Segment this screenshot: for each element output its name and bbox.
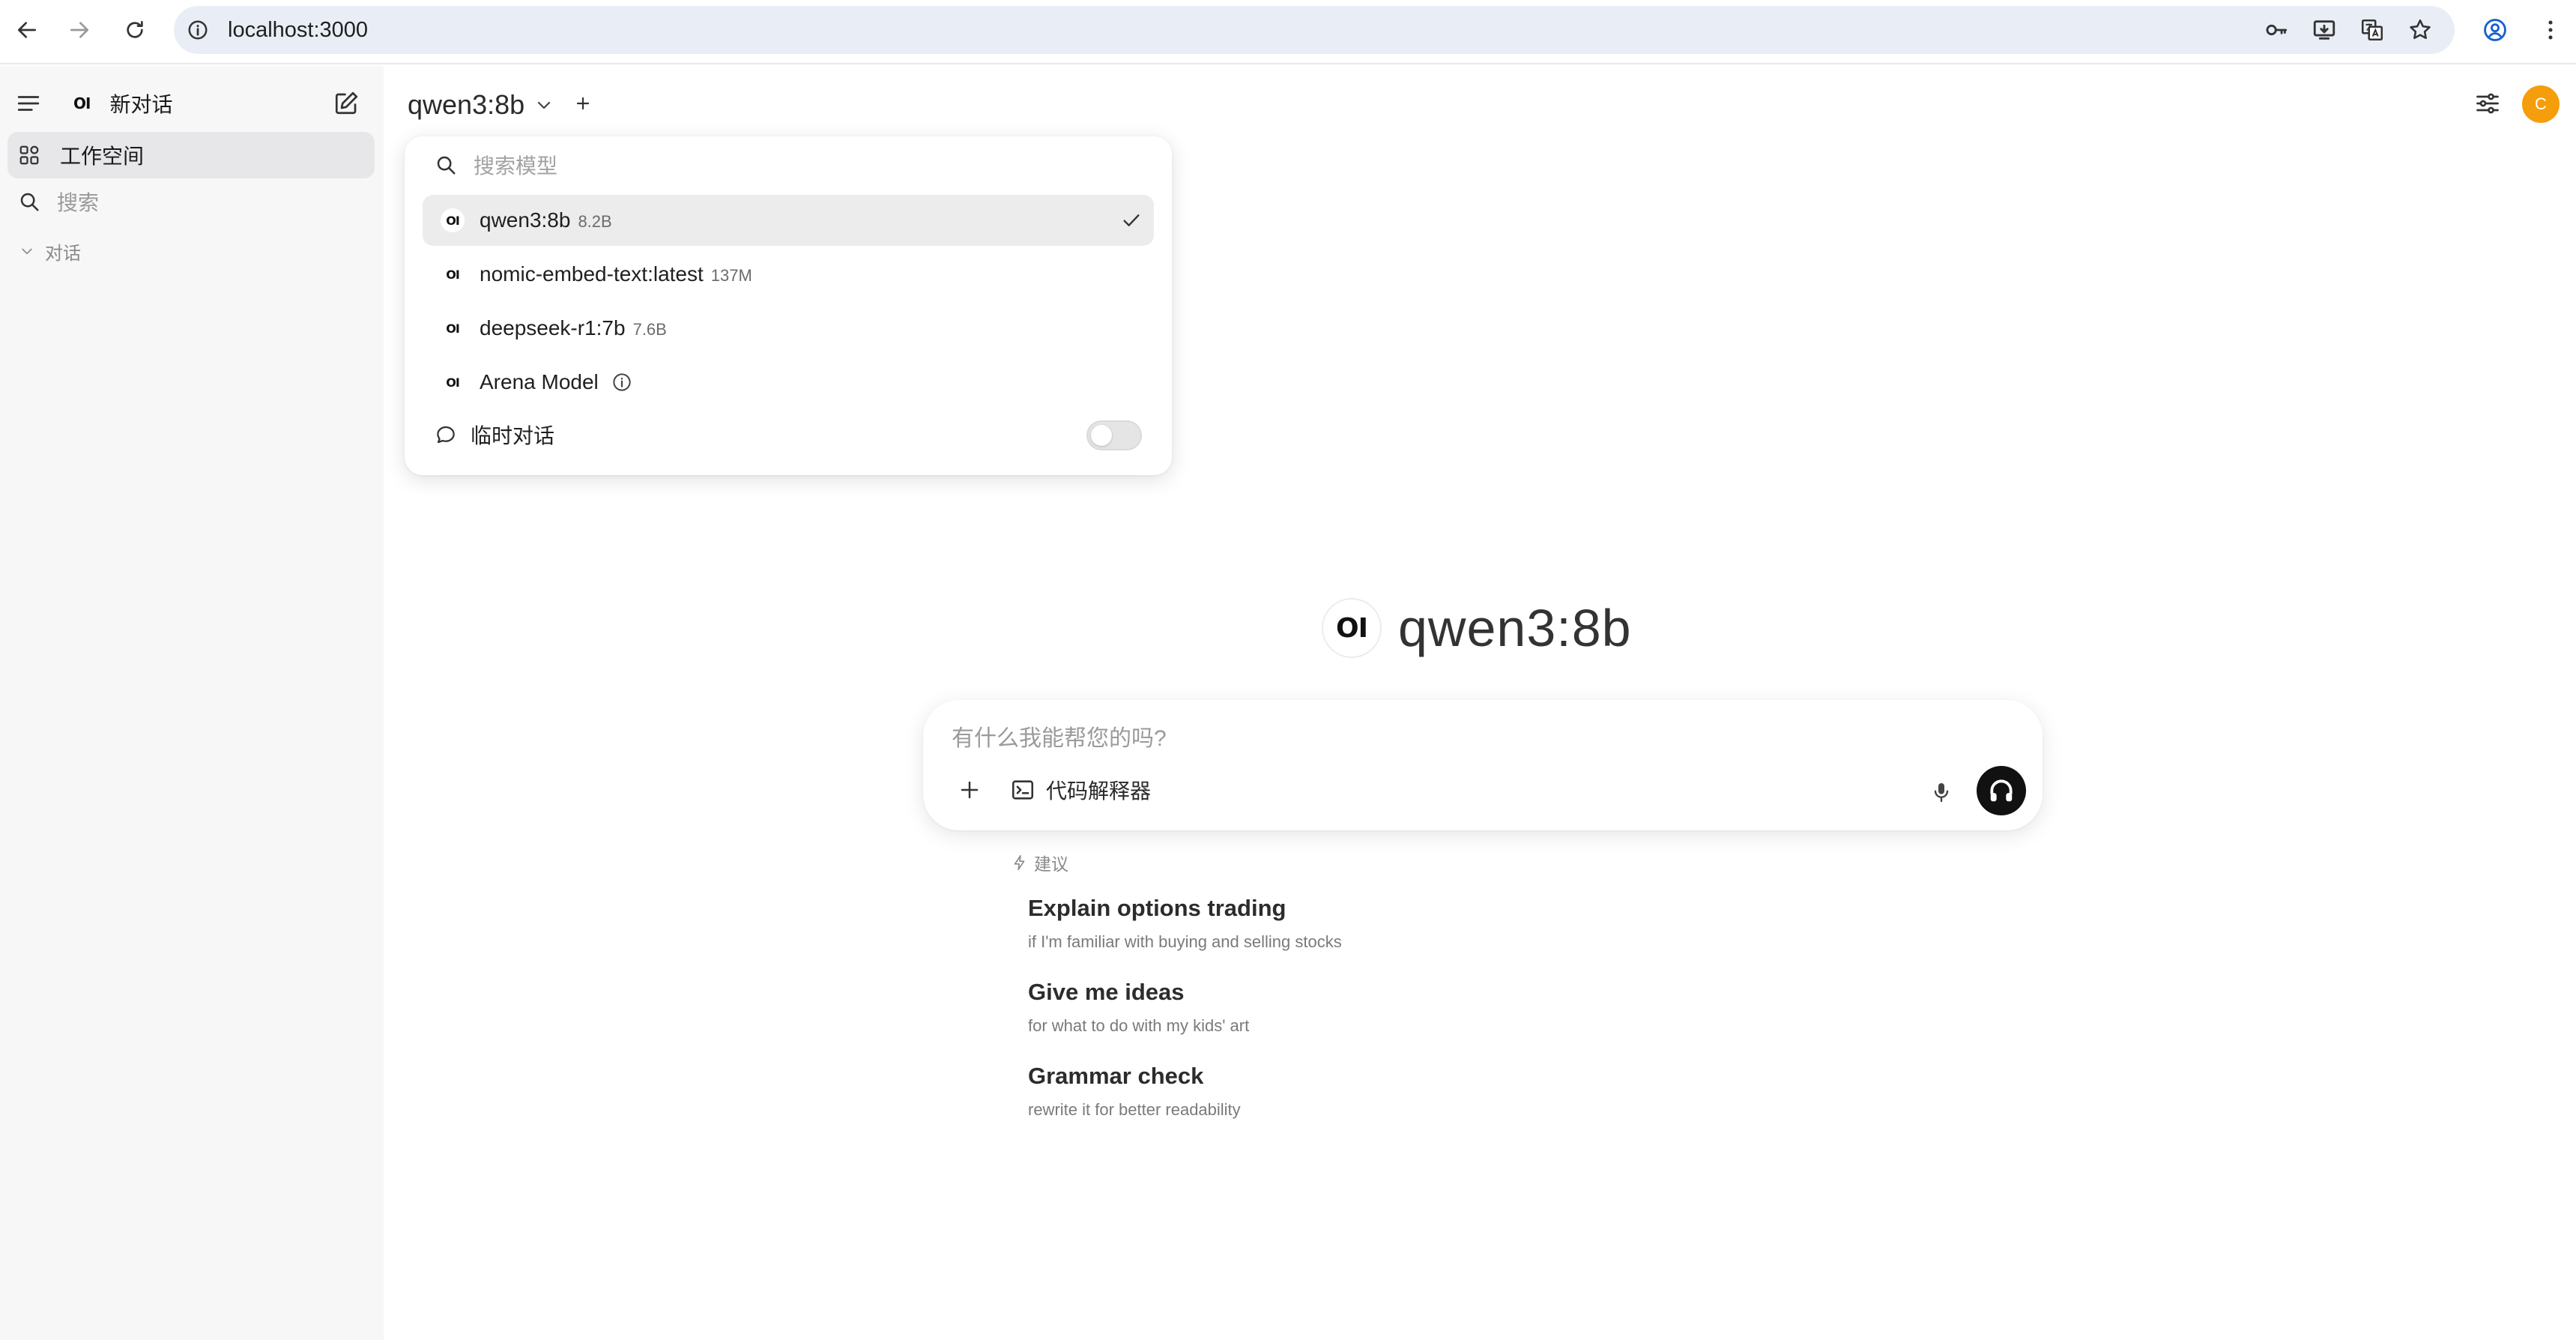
temporary-chat-label: 临时对话 xyxy=(471,424,555,447)
model-logo-icon: OI xyxy=(441,316,465,340)
profile-icon[interactable] xyxy=(2479,13,2512,46)
url-text[interactable]: localhost:3000 xyxy=(228,6,368,54)
site-info-icon[interactable] xyxy=(183,15,213,45)
model-name: nomic-embed-text:latest xyxy=(480,262,704,286)
code-interpreter-label: 代码解释器 xyxy=(1046,779,1152,803)
arrow-right-icon xyxy=(70,22,88,38)
forward-button[interactable] xyxy=(63,13,96,46)
install-app-icon[interactable] xyxy=(2308,13,2341,46)
edit-icon xyxy=(335,91,358,115)
grid-icon xyxy=(19,145,39,165)
sidebar-search-placeholder: 搜索 xyxy=(57,191,100,214)
model-logo-text: OI xyxy=(446,375,460,390)
terminal-icon xyxy=(1012,780,1034,800)
model-dropdown: 搜索模型 OI qwen3:8b 8.2B OI nomic-embed-tex… xyxy=(405,136,1172,475)
suggestion-item[interactable]: Grammar check rewrite it for better read… xyxy=(1028,1063,1241,1120)
sidebar-item-label: 工作空间 xyxy=(60,145,145,168)
sidebar-search[interactable]: 搜索 xyxy=(18,184,99,219)
sidebar: OI 新对话 工作空间 搜索 对话 xyxy=(0,66,384,1340)
password-key-icon[interactable] xyxy=(2260,13,2293,46)
suggestion-item[interactable]: Explain options trading if I'm familiar … xyxy=(1028,895,1342,952)
translate-icon[interactable] xyxy=(2356,13,2389,46)
model-size: 137M xyxy=(710,266,752,285)
user-avatar[interactable]: C xyxy=(2522,85,2560,123)
new-chat-label: 新对话 xyxy=(109,93,173,116)
selected-model-name: qwen3:8b xyxy=(408,89,525,120)
arrow-left-icon xyxy=(18,22,36,38)
suggestion-item[interactable]: Give me ideas for what to do with my kid… xyxy=(1028,979,1249,1036)
sliders-icon xyxy=(2476,93,2499,114)
model-logo-text: OI xyxy=(446,267,460,282)
model-option-qwen3[interactable]: OI qwen3:8b 8.2B xyxy=(423,195,1154,246)
model-name: deepseek-r1:7b xyxy=(480,316,626,339)
sidebar-item-workspace[interactable]: 工作空间 xyxy=(7,132,375,178)
new-chat-button[interactable]: OI 新对话 xyxy=(73,88,172,118)
chat-bubble-icon xyxy=(437,426,455,444)
model-logo-icon: OI xyxy=(1322,598,1382,658)
back-button[interactable] xyxy=(10,13,43,46)
microphone-icon xyxy=(1934,783,1949,803)
address-bar[interactable]: localhost:3000 xyxy=(174,6,2455,54)
model-size: 8.2B xyxy=(578,212,612,231)
sidebar-toggle-button[interactable] xyxy=(13,88,43,118)
chat-controls-button[interactable] xyxy=(2471,87,2504,120)
model-logo-icon: OI xyxy=(441,262,465,286)
model-logo-text: OI xyxy=(446,213,460,228)
openwebui-logo-icon: OI xyxy=(73,94,91,112)
search-icon xyxy=(437,156,456,175)
plus-icon xyxy=(961,781,979,799)
model-logo-icon: OI xyxy=(441,208,465,232)
attach-button[interactable] xyxy=(952,772,988,808)
model-hero: OI qwen3:8b xyxy=(1322,598,1632,658)
model-logo-icon: OI xyxy=(441,370,465,394)
headphones-icon xyxy=(1990,779,2013,802)
message-composer: 有什么我能帮您的吗? 代码解释器 xyxy=(923,700,2043,830)
model-search-placeholder: 搜索模型 xyxy=(474,154,558,178)
reload-icon xyxy=(127,21,143,38)
menu-icon xyxy=(17,96,40,111)
check-icon xyxy=(1123,214,1140,226)
suggestions-header: 建议 xyxy=(1012,850,1068,875)
bolt-icon xyxy=(1014,855,1025,870)
section-label: 对话 xyxy=(45,243,81,264)
hero-model-name: qwen3:8b xyxy=(1398,599,1632,657)
chevron-down-icon xyxy=(22,248,32,255)
suggestion-title: Grammar check xyxy=(1028,1063,1204,1089)
bookmark-star-icon[interactable] xyxy=(2404,13,2437,46)
suggestion-title: Explain options trading xyxy=(1028,895,1287,921)
reload-button[interactable] xyxy=(118,13,151,46)
toggle-knob xyxy=(1091,425,1112,446)
model-logo-text: OI xyxy=(446,321,460,336)
code-interpreter-button[interactable]: 代码解释器 xyxy=(1010,773,1151,806)
browser-toolbar: localhost:3000 xyxy=(0,0,2576,64)
chats-section-header[interactable]: 对话 xyxy=(19,240,81,264)
model-option-arena[interactable]: OI Arena Model xyxy=(423,357,1154,408)
model-selector-button[interactable]: qwen3:8b xyxy=(408,84,553,126)
search-icon xyxy=(20,193,39,211)
model-name: Arena Model xyxy=(480,370,599,393)
voice-mode-button[interactable] xyxy=(1977,766,2026,815)
browser-menu-icon[interactable] xyxy=(2534,13,2567,46)
model-name: qwen3:8b xyxy=(480,208,571,232)
suggestion-subtitle: rewrite it for better readability xyxy=(1028,1100,1241,1119)
compose-button[interactable] xyxy=(330,87,363,120)
suggestion-subtitle: if I'm familiar with buying and selling … xyxy=(1028,932,1342,951)
model-search[interactable]: 搜索模型 xyxy=(435,150,557,180)
add-model-button[interactable] xyxy=(571,91,595,115)
model-option-deepseek[interactable]: OI deepseek-r1:7b 7.6B xyxy=(423,303,1154,354)
model-option-nomic[interactable]: OI nomic-embed-text:latest 137M xyxy=(423,249,1154,300)
temporary-chat-toggle[interactable] xyxy=(1086,420,1142,450)
dictate-button[interactable] xyxy=(1924,775,1959,809)
hero-logo-text: OI xyxy=(1336,612,1368,644)
message-input[interactable]: 有什么我能帮您的吗? xyxy=(952,719,1167,752)
model-size: 7.6B xyxy=(632,320,667,339)
info-icon[interactable] xyxy=(611,371,633,393)
suggestion-subtitle: for what to do with my kids' art xyxy=(1028,1016,1250,1035)
temporary-chat-row: 临时对话 xyxy=(435,414,1142,456)
suggestions-label: 建议 xyxy=(1034,854,1068,874)
chevron-down-icon xyxy=(538,101,551,109)
suggestion-title: Give me ideas xyxy=(1028,979,1185,1005)
plus-icon xyxy=(576,97,590,110)
